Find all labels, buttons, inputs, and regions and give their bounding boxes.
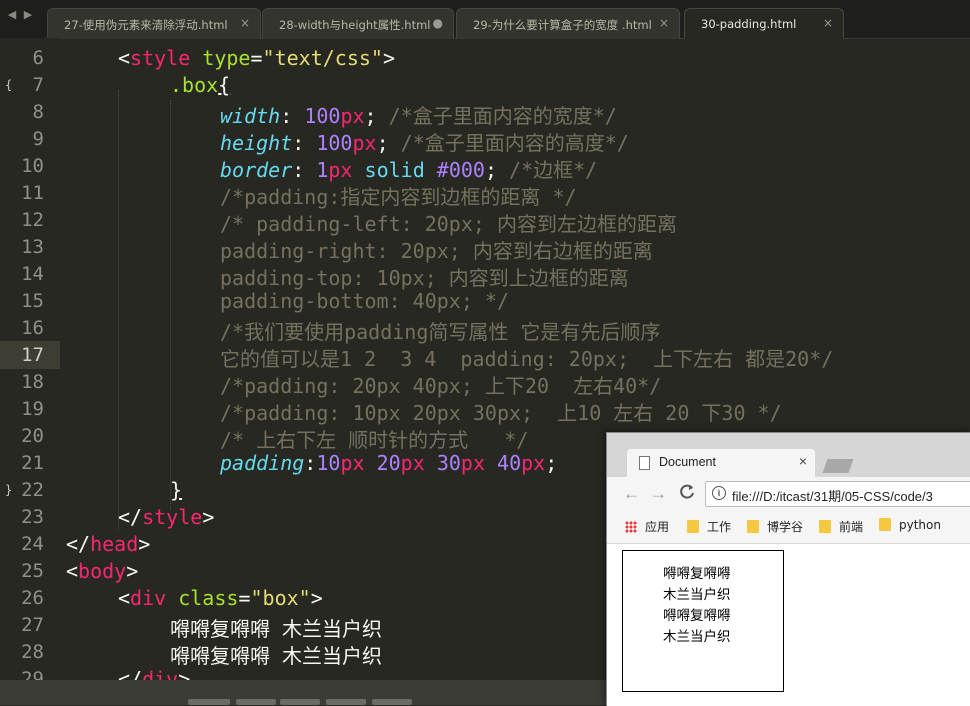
close-icon[interactable]: × [799,453,807,469]
code-line-26: <div class="box"> [118,586,323,610]
browser-tab-strip: Document × [607,433,970,477]
code-line-17: 它的值可以是1 2 3 4 padding: 20px; 上下左右 都是20*/ [220,347,834,371]
line-number: 8 [32,101,44,123]
tab-30-active[interactable]: 30-padding.html × [684,8,844,39]
scroll-chip [326,699,366,705]
browser-tab-title: Document [659,455,716,469]
forward-arrow-icon[interactable]: → [650,484,667,504]
address-url: file:///D:/itcast/31期/05-CSS/code/3 [732,489,933,504]
indent-guide [118,90,119,530]
scroll-chip [280,699,320,705]
line-number: 23 [21,506,44,528]
line-number: 26 [21,587,44,609]
code-line-20: /* 上右下左 顺时针的方式 */ [220,428,529,452]
scroll-chip [188,699,230,705]
tab-nav-arrows[interactable]: ◀ ▶ [4,8,44,28]
code-line-11: /*padding:指定内容到边框的距离 */ [220,185,577,209]
code-line-6: <style type="text/css"> [118,46,395,70]
code-line-24: </head> [66,532,151,556]
line-number: 11 [21,182,44,204]
tab-prev-icon[interactable]: ◀ [4,8,20,21]
line-number: 6 [32,47,44,69]
code-line-25: <body> [66,559,139,583]
address-bar[interactable]: i file:///D:/itcast/31期/05-CSS/code/3 [705,481,970,507]
code-line-22: } [170,478,183,502]
tab-28[interactable]: 28-width与height属性.html ● [262,8,454,39]
line-number: 19 [21,398,44,420]
folder-icon [687,520,699,533]
close-icon[interactable]: × [823,16,833,30]
scroll-chip [372,699,412,705]
close-icon[interactable]: × [240,16,250,30]
tab-29[interactable]: 29-为什么要计算盒子的宽度 .html × [456,8,680,39]
apps-grid-icon [625,521,637,533]
line-number: 14 [21,263,44,285]
code-line-12: /* padding-left: 20px; 内容到左边框的距离 [220,212,677,236]
line-number: 9 [32,128,44,150]
code-line-9: height: 100px; /*盒子里面内容的高度*/ [220,131,629,155]
code-line-21: padding:10px 20px 30px 40px; [220,451,558,475]
code-line-7: .box{ [170,73,231,97]
line-number: 21 [21,452,44,474]
line-number: 15 [21,290,44,312]
tab-next-icon[interactable]: ▶ [20,8,36,21]
line-number-current: 17 [21,344,44,366]
rendered-box: 嘚嘚复嘚嘚 木兰当户织 嘚嘚复嘚嘚 木兰当户织 [622,550,784,692]
new-tab-button[interactable] [822,459,854,473]
info-icon[interactable]: i [712,486,726,500]
code-line-19: /*padding: 10px 20px 30px; 上10 左右 20 下30… [220,401,782,425]
scroll-chip [236,699,276,705]
box-text: 嘚嘚复嘚嘚 木兰当户织 嘚嘚复嘚嘚 木兰当户织 [663,566,731,645]
browser-tab-document[interactable]: Document × [627,449,815,477]
folder-icon [879,518,891,531]
line-number: 10 [21,155,44,177]
tab-label: 29-为什么要计算盒子的宽度 .html [473,18,652,32]
code-line-23: </style> [118,505,215,529]
tab-label: 28-width与height属性.html [279,18,431,32]
bookmark-boxuegu[interactable]: 博学谷 [747,518,803,535]
page-icon [639,456,650,470]
reload-icon[interactable] [679,484,695,505]
line-number: 27 [21,614,44,636]
indent-guide [170,100,171,510]
line-number: 20 [21,425,44,447]
code-line-8: width: 100px; /*盒子里面内容的宽度*/ [220,104,617,128]
folder-icon [819,520,831,533]
code-line-27: 嘚嘚复嘚嘚 木兰当户织 [170,617,383,641]
line-number: 28 [21,641,44,663]
line-number: 13 [21,236,44,258]
tab-label: 30-padding.html [701,17,797,31]
fold-open-marker[interactable]: { [5,78,12,92]
bookmark-work[interactable]: 工作 [687,518,731,535]
bookmark-apps[interactable]: 应用 [625,518,669,535]
tab-27[interactable]: 27-使用伪元素来清除浮动.html × [47,8,261,39]
tab-bar: ◀ ▶ 27-使用伪元素来清除浮动.html × 28-width与height属… [0,0,970,39]
unsaved-dot-icon[interactable]: ● [433,16,443,30]
line-number: 16 [21,317,44,339]
code-line-15: padding-bottom: 40px; */ [220,289,509,313]
browser-window[interactable]: Document × ← → i file:///D:/itcast/31期/0… [606,432,970,706]
code-line-16: /*我们要使用padding简写属性 它是有先后顺序 [220,320,661,344]
line-number: 18 [21,371,44,393]
code-line-28: 嘚嘚复嘚嘚 木兰当户织 [170,644,383,668]
code-line-13: padding-right: 20px; 内容到右边框的距离 [220,239,653,263]
code-line-18: /*padding: 20px 40px; 上下20 左右40*/ [220,374,662,398]
line-number: 12 [21,209,44,231]
line-number: 25 [21,560,44,582]
code-line-10: border: 1px solid #000; /*边框*/ [220,158,598,182]
folder-icon [747,520,759,533]
close-icon[interactable]: × [659,16,669,30]
code-line-14: padding-top: 10px; 内容到上边框的距离 [220,266,629,290]
browser-viewport: 嘚嘚复嘚嘚 木兰当户织 嘚嘚复嘚嘚 木兰当户织 [607,544,970,706]
line-number: 24 [21,533,44,555]
bookmark-python[interactable]: python [879,518,941,532]
back-arrow-icon[interactable]: ← [623,484,640,504]
code-line-29: </div> [118,667,191,680]
line-number-gutter: 6 7 { 8 9 10 11 12 13 14 15 16 17 18 19 … [0,38,60,690]
tab-label: 27-使用伪元素来清除浮动.html [64,18,228,32]
bookmark-frontend[interactable]: 前端 [819,518,863,535]
bookmarks-bar: 应用 工作 博学谷 前端 python [607,509,970,544]
browser-toolbar: ← → i file:///D:/itcast/31期/05-CSS/code/… [607,477,970,509]
fold-close-marker[interactable]: } [5,483,12,497]
